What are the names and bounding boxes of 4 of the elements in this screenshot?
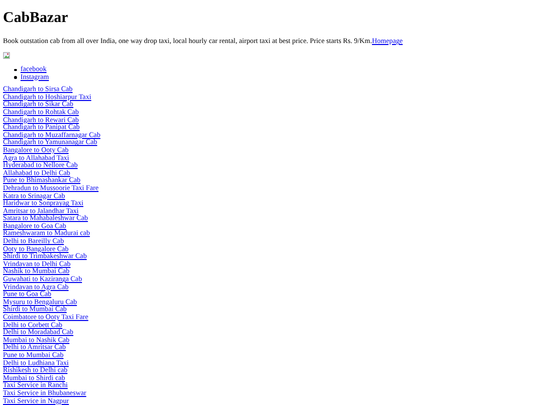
site-title: CabBazar bbox=[3, 9, 68, 27]
bullet-icon bbox=[14, 68, 16, 72]
broken-image-icon bbox=[3, 52, 10, 59]
bullet-icon bbox=[14, 76, 16, 79]
